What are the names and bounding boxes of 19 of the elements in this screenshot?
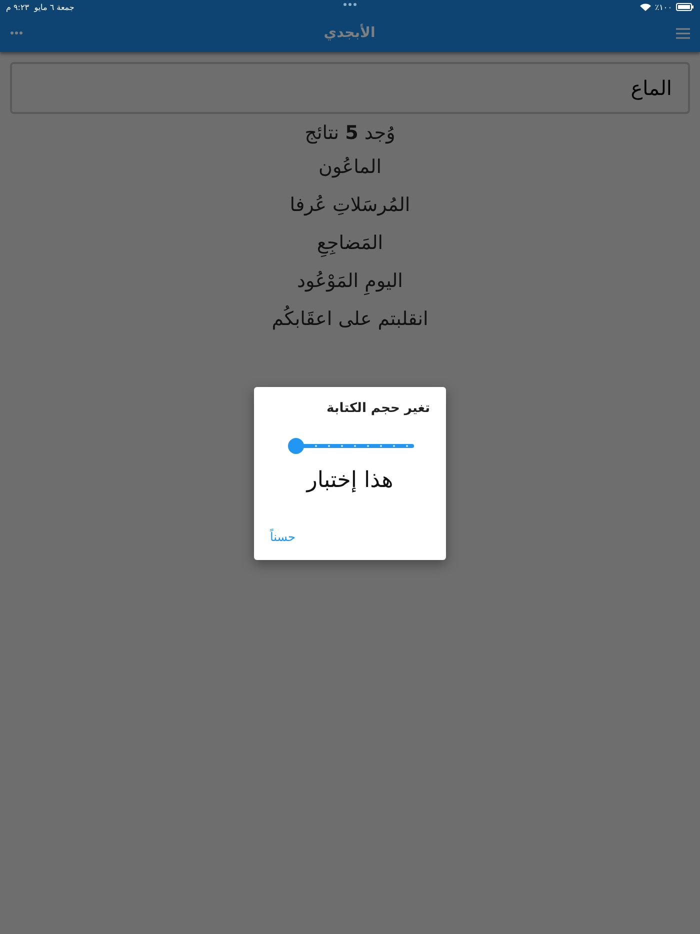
- slider-thumb[interactable]: [288, 438, 304, 454]
- result-item[interactable]: الماعُون: [318, 148, 382, 186]
- result-item[interactable]: المُرسَلاتِ عُرفا: [290, 186, 410, 224]
- preview-text: هذا إختبار: [304, 468, 394, 493]
- font-size-slider[interactable]: [288, 438, 414, 454]
- multitask-dots-icon: [344, 3, 356, 6]
- dialog-title: تغير حجم الكتابة: [326, 401, 430, 416]
- more-icon[interactable]: [10, 31, 23, 35]
- status-date-time: جمعة ٦ مايو ٩:٢٣ م: [6, 2, 74, 12]
- ok-button[interactable]: حسناً: [270, 528, 296, 546]
- result-item[interactable]: المَضاجِعِ: [316, 224, 384, 262]
- battery-percent: ٪١٠٠: [654, 2, 672, 12]
- nav-title: الأبجدي: [324, 25, 376, 41]
- result-item[interactable]: انقلبتم على اعقَابكُم: [272, 300, 428, 338]
- result-item[interactable]: اليومِ المَوْعُود: [297, 262, 403, 300]
- wifi-icon: [640, 3, 651, 11]
- search-field[interactable]: الماع: [10, 62, 690, 114]
- battery-icon: [676, 3, 694, 11]
- menu-icon[interactable]: [676, 28, 690, 38]
